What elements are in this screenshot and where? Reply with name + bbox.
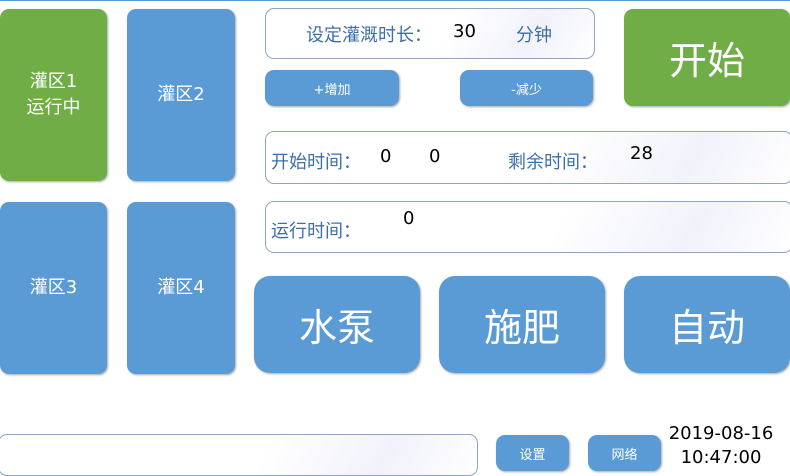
start-hour-value: 0 [380,146,392,167]
run-time-panel: 运行时间： 0 [265,201,790,253]
start-button[interactable]: 开始 [624,9,790,106]
top-border-line [0,0,790,1]
message-bar [0,434,478,476]
settings-button[interactable]: 设置 [496,435,569,471]
start-button-label: 开始 [668,39,745,83]
zone-2-name: 灌区2 [157,84,205,105]
zone-3-button[interactable]: 灌区3 [0,202,107,374]
increase-button[interactable]: +增加 [265,70,399,106]
start-time-label: 开始时间： [271,152,361,173]
clock: 2019-08-16 10:47:00 [665,422,777,470]
zone-2-button[interactable]: 灌区2 [127,9,235,181]
clock-time: 10:47:00 [680,447,762,468]
pump-button-label: 水泵 [298,306,375,350]
duration-label: 设定灌溉时长： [306,25,432,46]
duration-unit: 分钟 [516,25,552,46]
decrease-button[interactable]: -减少 [460,70,593,106]
remaining-time-label: 剩余时间： [508,152,598,173]
network-button[interactable]: 网络 [588,435,661,471]
run-time-label: 运行时间： [271,221,361,242]
auto-button[interactable]: 自动 [624,276,790,373]
network-button-label: 网络 [611,447,638,463]
zone-1-status: 运行中 [26,97,81,118]
time-status-panel: 开始时间： 0 0 剩余时间： 28 [265,131,790,184]
zone-4-button[interactable]: 灌区4 [127,202,235,374]
fertilize-button-label: 施肥 [483,306,560,350]
duration-value[interactable]: 30 [453,21,476,42]
start-minute-value: 0 [429,146,441,167]
zone-4-name: 灌区4 [157,277,205,298]
run-time-value: 0 [403,208,415,229]
decrease-label: -减少 [511,82,542,98]
clock-date: 2019-08-16 [668,423,774,444]
zone-1-button[interactable]: 灌区1 运行中 [0,9,107,181]
zone-3-name: 灌区3 [29,277,78,298]
pump-button[interactable]: 水泵 [254,276,420,373]
auto-button-label: 自动 [668,306,745,350]
duration-panel: 设定灌溉时长： 30 分钟 [265,8,595,59]
zone-1-name: 灌区1 [29,71,78,92]
increase-label: +增加 [313,82,351,98]
settings-button-label: 设置 [519,447,546,463]
remaining-time-value: 28 [630,143,653,164]
fertilize-button[interactable]: 施肥 [439,276,605,373]
